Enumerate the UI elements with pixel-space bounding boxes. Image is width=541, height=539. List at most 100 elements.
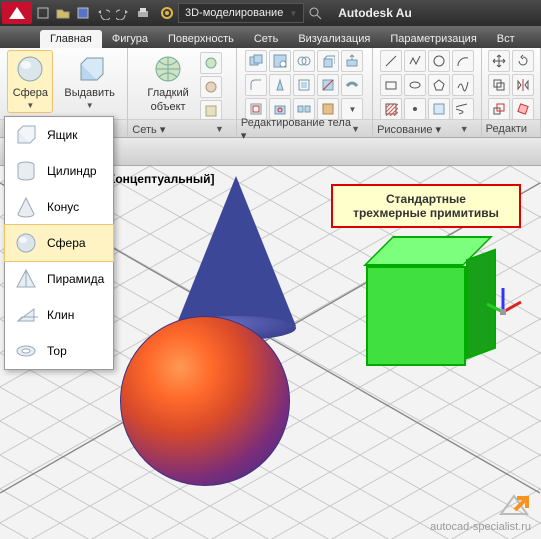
dropdown-label: Тор (47, 344, 67, 358)
panel-edit-title[interactable]: Редактирование тела ▾▼ (237, 119, 372, 137)
rectangle-button[interactable] (380, 74, 402, 96)
ribbon-tabs: Главная Фигура Поверхность Сеть Визуализ… (0, 26, 541, 48)
dropdown-item-wedge[interactable]: Клин (5, 297, 113, 333)
subtract-button[interactable] (269, 50, 291, 72)
dropdown-item-sphere[interactable]: Сфера (4, 224, 114, 262)
hatch-button[interactable] (380, 98, 402, 120)
tab-home[interactable]: Главная (40, 30, 102, 48)
dropdown-label: Ящик (47, 128, 78, 142)
helix-button[interactable] (452, 98, 474, 120)
smooth-object-button[interactable]: Гладкий объект (142, 50, 193, 116)
dropdown-item-box[interactable]: Ящик (5, 117, 113, 153)
sphere-split-button[interactable]: Сфера ▼ (7, 50, 53, 113)
draw-grid (380, 50, 474, 120)
extrude-button[interactable]: Выдавить ▼ (59, 50, 120, 113)
primitive-dropdown: Ящик Цилиндр Конус Сфера Пирамида Клин Т… (4, 116, 114, 370)
smooth-label-a: Гладкий (147, 87, 188, 99)
workspace-dropdown[interactable]: 3D-моделирование ▼ (178, 3, 304, 23)
intersect-button[interactable] (293, 50, 315, 72)
shell-button[interactable] (293, 74, 315, 96)
cone-primitive[interactable] (176, 176, 296, 326)
line-button[interactable] (380, 50, 402, 72)
point-button[interactable] (404, 98, 426, 120)
mirror-button[interactable] (512, 74, 534, 96)
qat-save-icon[interactable] (74, 4, 92, 22)
panel-mesh-title[interactable]: Сеть ▾▼ (128, 119, 236, 137)
callout-line1: Стандартные (337, 192, 515, 206)
watermark-text: autocad-specialist.ru (430, 521, 531, 533)
tab-mesh[interactable]: Сеть (244, 30, 288, 48)
app-title: Autodesk Au (338, 6, 412, 20)
tab-parametrization[interactable]: Параметризация (380, 30, 486, 48)
smooth-mesh-icon (150, 53, 186, 85)
qat-print-icon[interactable] (134, 4, 152, 22)
extrude-icon (72, 53, 108, 85)
title-bar: 3D-моделирование ▼ Autodesk Au (0, 0, 541, 26)
fillet-edge-button[interactable] (245, 74, 267, 96)
qat-redo-icon[interactable] (114, 4, 132, 22)
dropdown-label: Клин (47, 308, 74, 322)
panel-draw: Рисование ▾▼ (373, 48, 482, 137)
presspull-button[interactable] (341, 50, 363, 72)
polyline-button[interactable] (404, 50, 426, 72)
thicken-button[interactable] (341, 74, 363, 96)
wedge-icon (13, 302, 39, 328)
qat-open-icon[interactable] (54, 4, 72, 22)
dropdown-item-pyramid[interactable]: Пирамида (5, 261, 113, 297)
erase-button[interactable] (512, 98, 534, 120)
callout-line2: трехмерные примитивы (337, 206, 515, 220)
polygon-button[interactable] (428, 74, 450, 96)
extrude-label: Выдавить (64, 87, 115, 99)
rotate-button[interactable] (512, 50, 534, 72)
qat-undo-icon[interactable] (94, 4, 112, 22)
mesh-less-button[interactable] (200, 76, 222, 98)
workspace-label: 3D-моделирование (185, 7, 283, 19)
dropdown-item-cone[interactable]: Конус (5, 189, 113, 225)
tab-surface[interactable]: Поверхность (158, 30, 244, 48)
sphere-icon (13, 230, 39, 256)
tab-figure[interactable]: Фигура (102, 30, 158, 48)
region-button[interactable] (428, 98, 450, 120)
tab-insert[interactable]: Вст (487, 30, 525, 48)
ellipse-button[interactable] (404, 74, 426, 96)
smooth-label-b: объект (151, 101, 186, 113)
ucs-gizmo-icon[interactable] (483, 284, 523, 324)
spline-button[interactable] (452, 74, 474, 96)
qat-search-icon[interactable] (306, 4, 324, 22)
chevron-down-icon: ▼ (289, 9, 297, 18)
mesh-more-button[interactable] (200, 52, 222, 74)
dropdown-item-cylinder[interactable]: Цилиндр (5, 153, 113, 189)
sphere-primitive[interactable] (120, 316, 290, 486)
box-icon (13, 122, 39, 148)
panel-modify-title[interactable]: Редакти (482, 119, 540, 137)
tab-visualization[interactable]: Визуализация (288, 30, 380, 48)
taper-face-button[interactable] (269, 74, 291, 96)
panel-draw-title[interactable]: Рисование ▾▼ (373, 119, 481, 137)
union-button[interactable] (245, 50, 267, 72)
dropdown-label: Цилиндр (47, 164, 97, 178)
workspace-gear-icon[interactable] (158, 4, 176, 22)
panel-modify: Редакти (482, 48, 541, 137)
cylinder-icon (13, 158, 39, 184)
sphere-label: Сфера (13, 87, 48, 99)
extrude-face-button[interactable] (317, 50, 339, 72)
watermark: autocad-specialist.ru (430, 492, 531, 533)
qat-new-icon[interactable] (34, 4, 52, 22)
solid-edit-grid: ▼ (245, 50, 363, 120)
watermark-logo-icon (497, 492, 531, 518)
sphere-icon (12, 53, 48, 85)
scale-button[interactable] (488, 98, 510, 120)
arc-button[interactable] (452, 50, 474, 72)
move-button[interactable] (488, 50, 510, 72)
slice-button[interactable] (317, 74, 339, 96)
annotation-callout: Стандартные трехмерные примитивы (331, 184, 521, 228)
torus-icon (13, 338, 39, 364)
app-menu-button[interactable] (2, 2, 32, 24)
dropdown-label: Пирамида (47, 272, 104, 286)
dropdown-label: Сфера (47, 236, 86, 250)
copy-button[interactable] (488, 74, 510, 96)
chevron-down-icon: ▼ (86, 101, 94, 110)
box-primitive[interactable] (366, 236, 496, 366)
circle-button[interactable] (428, 50, 450, 72)
dropdown-item-torus[interactable]: Тор (5, 333, 113, 369)
